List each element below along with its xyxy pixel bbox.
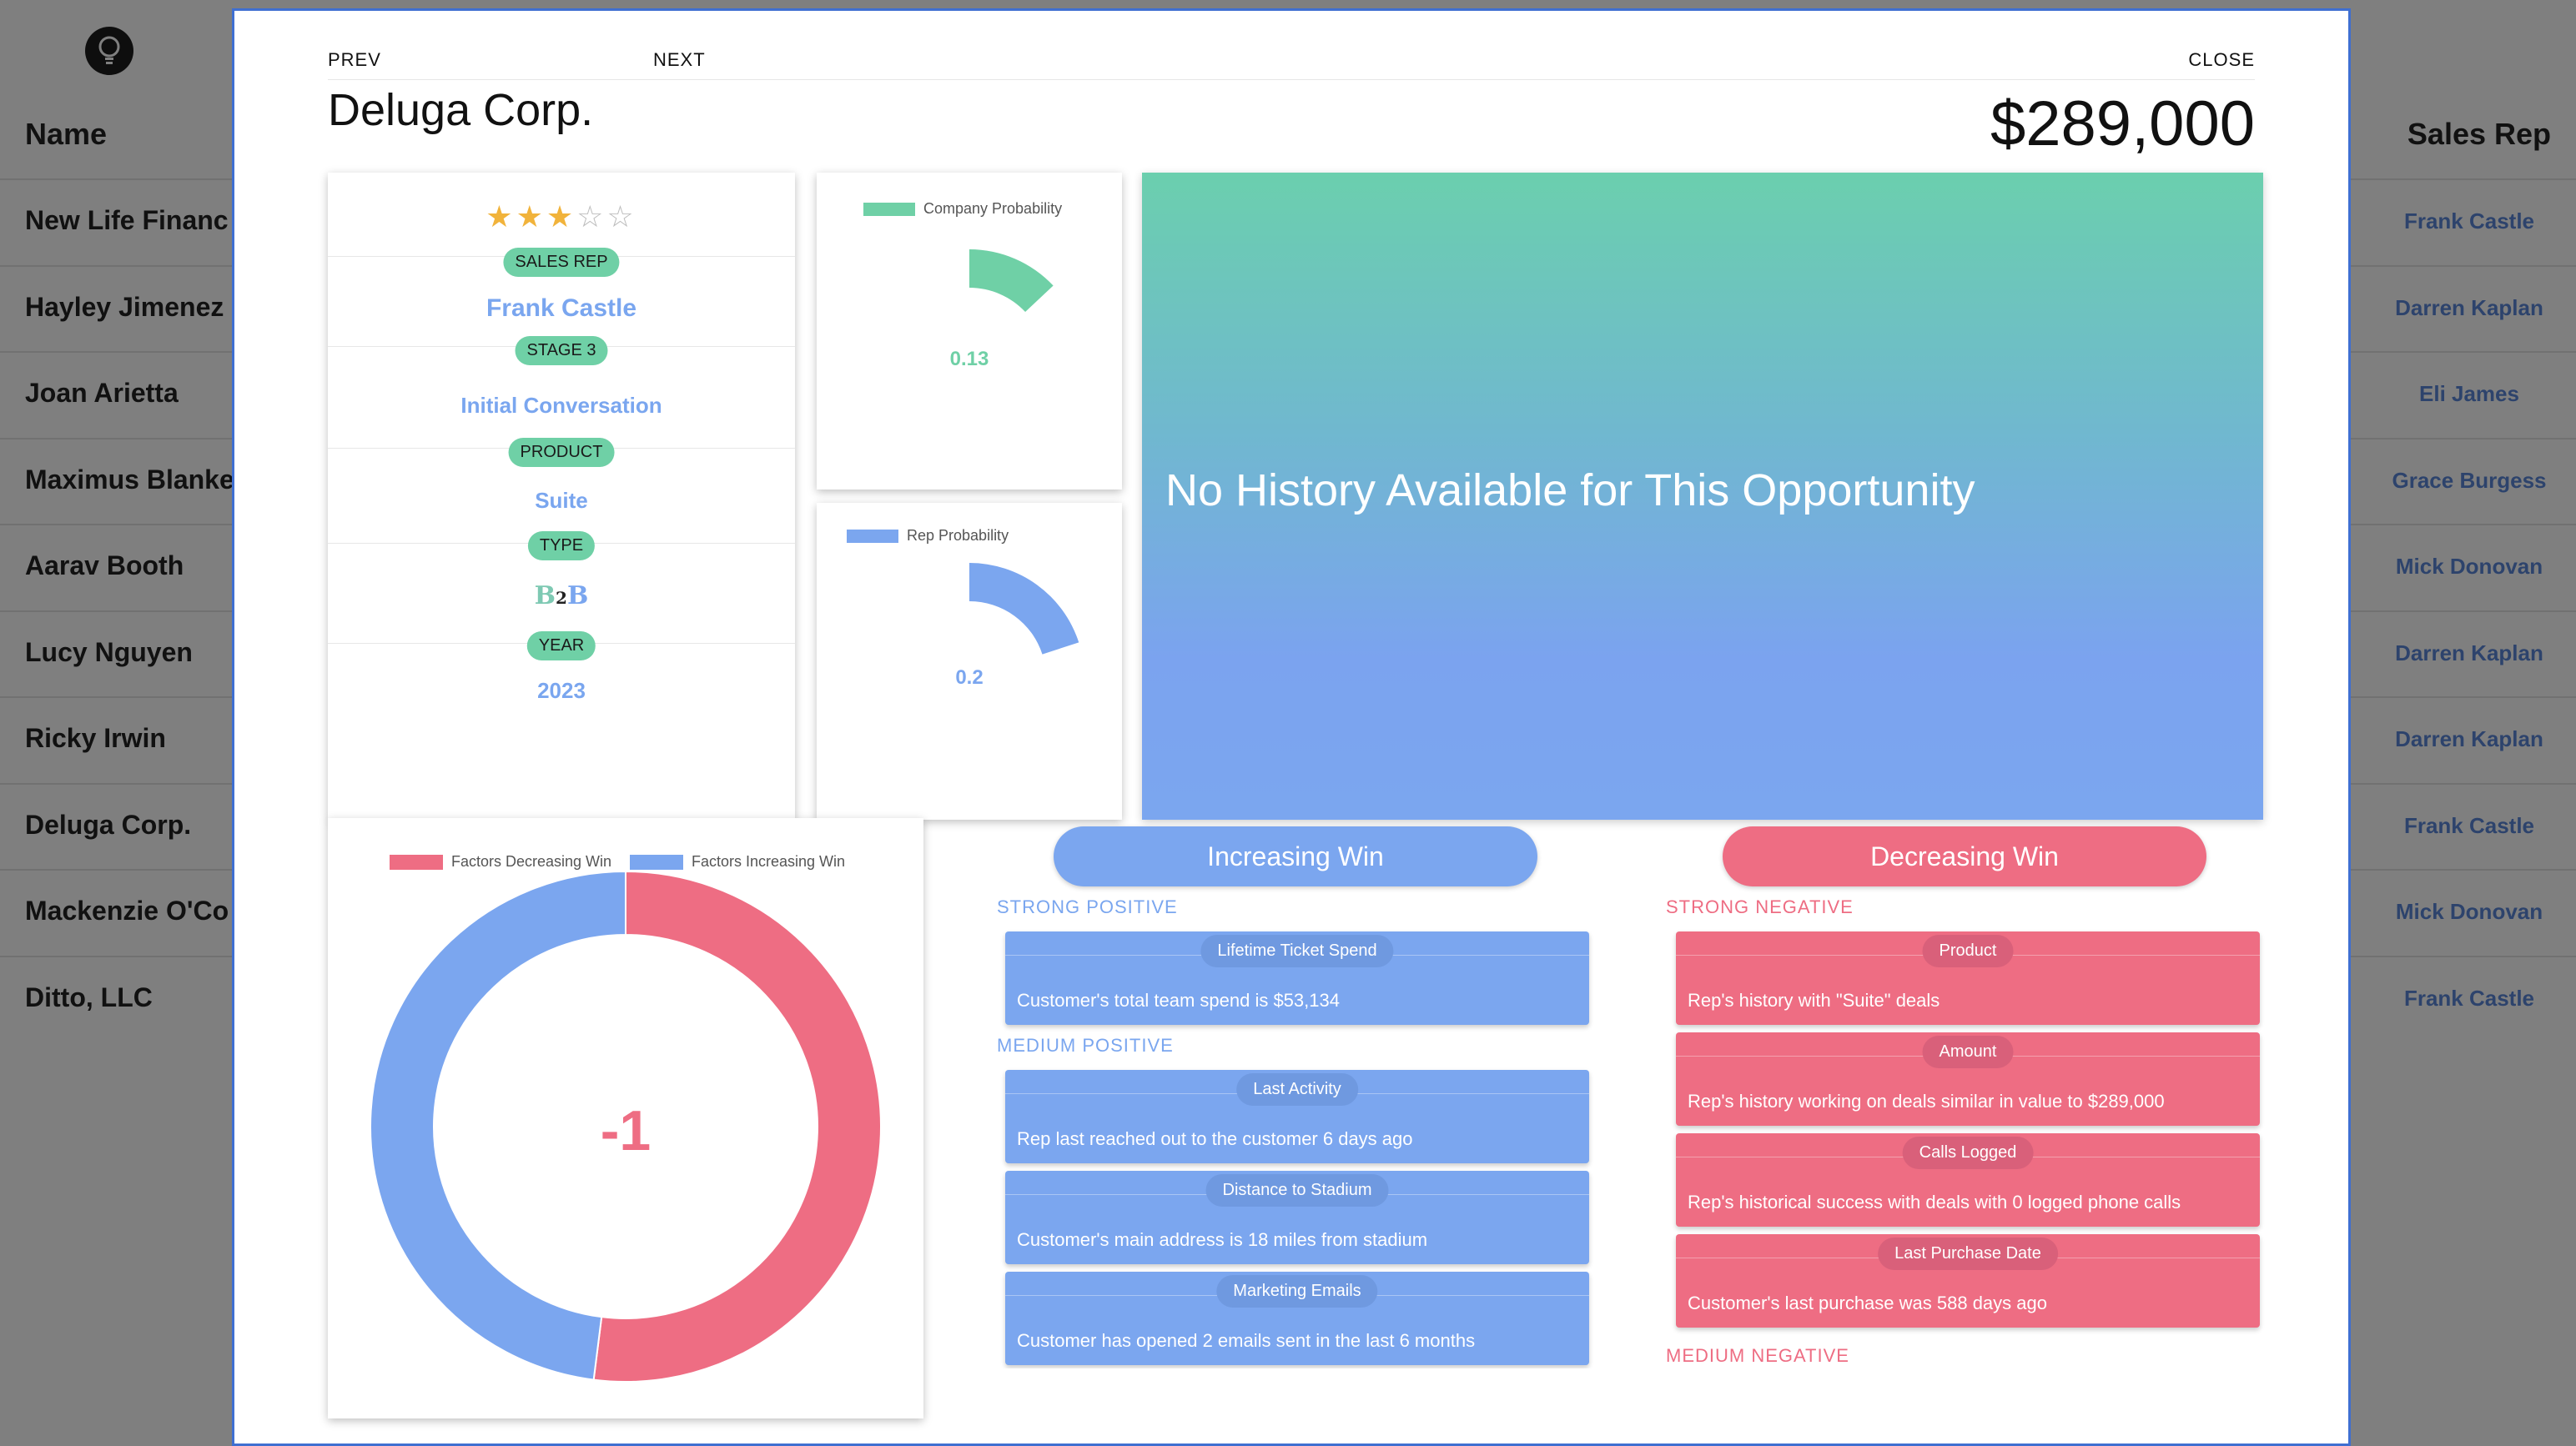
stage-value: Initial Conversation (460, 393, 662, 418)
rep-probability-legend-swatch (847, 530, 898, 543)
increasing-win-button[interactable]: Increasing Win (1054, 826, 1537, 886)
star-icon: ★ (486, 199, 516, 233)
win-factors-donut-card: Factors Decreasing Win Factors Increasin… (328, 818, 923, 1418)
decreasing-win-button[interactable]: Decreasing Win (1723, 826, 2206, 886)
opportunity-info-card: ★★★☆☆ SALES REP Frank Castle STAGE 3 Ini… (328, 173, 795, 820)
type-label: TYPE (527, 531, 596, 560)
year-value: 2023 (537, 678, 586, 703)
negative-factor-card[interactable]: Calls Logged Rep's historical success wit… (1676, 1133, 2260, 1227)
factor-tag: Marketing Emails (1216, 1275, 1378, 1308)
company-probability-value: 0.13 (949, 348, 989, 370)
factor-tag: Distance to Stadium (1205, 1174, 1389, 1207)
star-icon: ☆ (606, 199, 637, 233)
factor-description: Customer has opened 2 emails sent in the… (1017, 1330, 1476, 1351)
prev-button[interactable]: PREV (328, 49, 381, 71)
rep-probability-card: Rep Probability 0.2 (817, 503, 1122, 820)
star-icon: ☆ (576, 199, 607, 233)
rep-probability-legend: Rep Probability (907, 527, 1009, 544)
year-label: YEAR (526, 631, 596, 660)
star-icon: ★ (516, 199, 546, 233)
strong-negative-label: STRONG NEGATIVE (1666, 896, 1854, 917)
strong-positive-label: STRONG POSITIVE (997, 896, 1178, 917)
factor-tag: Last Activity (1236, 1073, 1358, 1106)
factor-description: Customer's last purchase was 588 days ag… (1688, 1293, 2047, 1313)
positive-factor-card[interactable]: Distance to Stadium Customer's main addre… (1005, 1171, 1589, 1264)
factor-tag: Last Purchase Date (1878, 1238, 2058, 1270)
factor-description: Rep last reached out to the customer 6 d… (1017, 1128, 1413, 1149)
history-panel: No History Available for This Opportunit… (1142, 173, 2263, 820)
rep-probability-value: 0.2 (955, 666, 984, 689)
company-probability-gauge (969, 249, 1054, 313)
negative-factor-card[interactable]: Product Rep's history with "Suite" deals (1676, 931, 2260, 1025)
factor-tag: Product (1922, 935, 2014, 967)
company-probability-legend: Company Probability (923, 200, 1063, 217)
company-title: Deluga Corp. (328, 85, 594, 135)
factor-tag: Amount (1922, 1036, 2014, 1068)
company-probability-legend-swatch (863, 203, 915, 216)
company-probability-card: Company Probability 0.13 (817, 173, 1122, 490)
opportunity-modal: PREV NEXT CLOSE Deluga Corp. $289,000 ★★… (232, 8, 2351, 1446)
sales-rep-label: SALES REP (503, 248, 620, 277)
factor-description: Rep's historical success with deals with… (1688, 1192, 2181, 1213)
factor-description: Customer's main address is 18 miles from… (1017, 1229, 1428, 1250)
close-button[interactable]: CLOSE (2188, 49, 2255, 71)
donut-center-value: -1 (600, 1099, 652, 1162)
no-history-message: No History Available for This Opportunit… (1165, 465, 1975, 515)
product-label: PRODUCT (508, 438, 615, 467)
star-rating: ★★★☆☆ (328, 199, 795, 234)
medium-positive-list[interactable]: Last Activity Rep last reached out to the… (997, 1062, 1597, 1368)
medium-negative-label: MEDIUM NEGATIVE (1666, 1345, 1849, 1366)
positive-factor-card[interactable]: Marketing Emails Customer has opened 2 em… (1005, 1272, 1589, 1365)
product-value: Suite (535, 488, 588, 513)
modal-nav: PREV NEXT CLOSE (328, 41, 2255, 80)
positive-factor-card[interactable]: Last Activity Rep last reached out to the… (1005, 1070, 1589, 1163)
positive-factor-card[interactable]: Lifetime Ticket Spend Customer's total te… (1005, 931, 1589, 1025)
b2b-type-logo: B2B (534, 581, 589, 610)
deal-amount: $289,000 (1990, 88, 2255, 159)
negative-factor-card[interactable]: Last Purchase Date Customer's last purcha… (1676, 1234, 2260, 1328)
gauge-arc (969, 249, 1054, 313)
stage-label: STAGE 3 (515, 336, 608, 365)
factor-tag: Calls Logged (1902, 1137, 2034, 1169)
gauge-arc (969, 563, 1079, 655)
rep-probability-gauge (969, 563, 1079, 655)
medium-positive-label: MEDIUM POSITIVE (997, 1035, 1174, 1056)
factor-description: Customer's total team spend is $53,134 (1017, 990, 1340, 1011)
factor-description: Rep's history working on deals similar i… (1688, 1091, 2165, 1112)
next-button[interactable]: NEXT (653, 49, 706, 71)
factor-description: Rep's history with "Suite" deals (1688, 990, 1940, 1011)
factor-tag: Lifetime Ticket Spend (1200, 935, 1394, 967)
star-icon: ★ (546, 199, 577, 233)
negative-factor-card[interactable]: Amount Rep's history working on deals sim… (1676, 1032, 2260, 1126)
sales-rep-value: Frank Castle (486, 294, 637, 322)
